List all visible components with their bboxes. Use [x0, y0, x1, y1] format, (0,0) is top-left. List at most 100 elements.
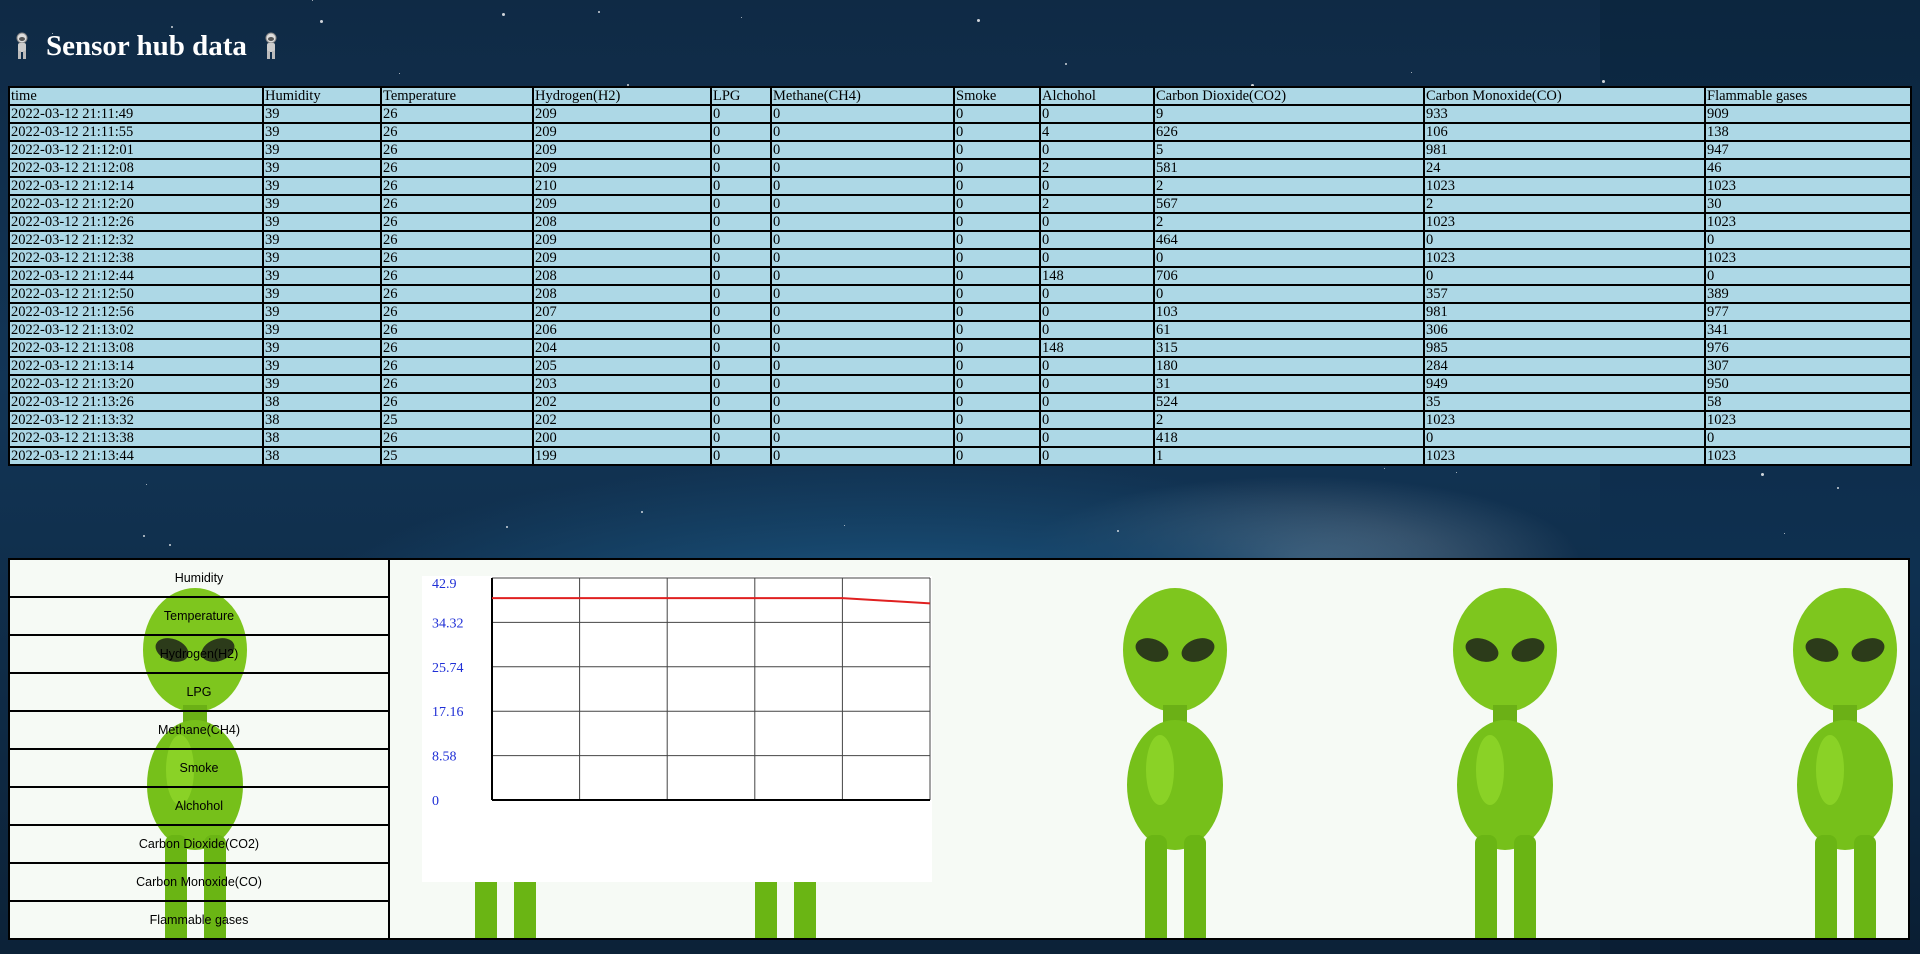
sensor-button[interactable]: Humidity — [10, 560, 390, 598]
table-cell: 39 — [262, 356, 382, 376]
star — [641, 511, 643, 513]
star — [1411, 72, 1412, 73]
table-row: 2022-03-12 21:12:44 39 26 208 0 0 0 148 706 0 0 — [8, 266, 1912, 286]
table-cell: 39 — [262, 248, 382, 268]
table-cell: 0 — [1039, 140, 1155, 160]
sensor-button[interactable]: Flammable gases — [10, 902, 390, 938]
table-cell: 0 — [770, 194, 955, 214]
table-cell: 2022-03-12 21:11:55 — [8, 122, 264, 142]
table-cell: 106 — [1423, 122, 1706, 142]
table-cell: 26 — [380, 266, 534, 286]
table-cell: 0 — [953, 284, 1041, 304]
sensor-button[interactable]: Carbon Dioxide(CO2) — [10, 826, 390, 864]
astronaut-icon — [261, 31, 281, 61]
table-cell: 26 — [380, 194, 534, 214]
table-cell: 1023 — [1423, 212, 1706, 232]
table-cell: 0 — [953, 158, 1041, 178]
sensor-button[interactable]: Smoke — [10, 750, 390, 788]
table-cell: 148 — [1039, 338, 1155, 358]
table-cell: 0 — [953, 356, 1041, 376]
table-cell: 626 — [1153, 122, 1425, 142]
table-cell: 315 — [1153, 338, 1425, 358]
sensor-data-table: time Humidity Temperature Hydrogen(H2) LPG Me… — [8, 86, 1912, 466]
table-cell: 207 — [532, 302, 712, 322]
alien-image — [1123, 588, 1227, 938]
table-cell: 39 — [262, 230, 382, 250]
table-cell: 26 — [380, 176, 534, 196]
y-tick-label: 8.58 — [432, 750, 457, 765]
column-header: Alchohol — [1039, 86, 1155, 106]
table-cell: 26 — [380, 338, 534, 358]
table-cell: 2 — [1153, 410, 1425, 430]
table-cell: 39 — [262, 194, 382, 214]
table-cell: 0 — [710, 248, 772, 268]
table-cell: 25 — [380, 446, 534, 466]
sensor-button[interactable]: Methane(CH4) — [10, 712, 390, 750]
table-cell: 26 — [380, 158, 534, 178]
star — [1384, 468, 1385, 469]
table-cell: 0 — [710, 266, 772, 286]
sensor-button[interactable]: Alchohol — [10, 788, 390, 826]
table-cell: 0 — [1039, 446, 1155, 466]
sensor-button[interactable]: Carbon Monoxide(CO) — [10, 864, 390, 902]
table-cell: 38 — [262, 446, 382, 466]
table-cell: 200 — [532, 428, 712, 448]
table-cell: 0 — [1039, 428, 1155, 448]
table-cell: 0 — [1153, 284, 1425, 304]
table-cell: 1023 — [1704, 212, 1912, 232]
column-header: Carbon Dioxide(CO2) — [1153, 86, 1425, 106]
table-cell: 1023 — [1704, 446, 1912, 466]
table-cell: 976 — [1704, 338, 1912, 358]
column-header: Humidity — [262, 86, 382, 106]
table-cell: 1023 — [1423, 248, 1706, 268]
table-cell: 0 — [1423, 428, 1706, 448]
table-cell: 203 — [532, 374, 712, 394]
alien-image — [1453, 588, 1557, 938]
table-cell: 0 — [770, 104, 955, 124]
table-cell: 38 — [262, 428, 382, 448]
table-cell: 0 — [953, 428, 1041, 448]
table-cell: 0 — [1039, 284, 1155, 304]
table-cell: 0 — [953, 230, 1041, 250]
sensor-button[interactable]: Temperature — [10, 598, 390, 636]
table-row: 2022-03-12 21:13:02 39 26 206 0 0 0 0 61 306 341 — [8, 320, 1912, 340]
table-cell: 26 — [380, 302, 534, 322]
table-row: 2022-03-12 21:11:49 39 26 209 0 0 0 0 9 933 909 — [8, 104, 1912, 124]
table-row: 2022-03-12 21:13:20 39 26 203 0 0 0 0 31 949 950 — [8, 374, 1912, 394]
y-tick-label: 34.32 — [432, 616, 464, 631]
table-cell: 2022-03-12 21:13:14 — [8, 356, 264, 376]
table-cell: 2 — [1153, 176, 1425, 196]
table-cell: 389 — [1704, 284, 1912, 304]
page-title: Sensor hub data — [46, 29, 247, 62]
table-cell: 2022-03-12 21:11:49 — [8, 104, 264, 124]
sensor-button[interactable]: Hydrogen(H2) — [10, 636, 390, 674]
table-cell: 0 — [953, 140, 1041, 160]
table-cell: 0 — [1039, 248, 1155, 268]
column-header: time — [8, 86, 264, 106]
sensor-button[interactable]: LPG — [10, 674, 390, 712]
column-header: Carbon Monoxide(CO) — [1423, 86, 1706, 106]
line-chart: 42.9 34.32 25.74 17.16 8.58 0 — [422, 576, 932, 882]
table-cell: 39 — [262, 122, 382, 142]
table-cell: 25 — [380, 410, 534, 430]
table-cell: 418 — [1153, 428, 1425, 448]
table-cell: 1 — [1153, 446, 1425, 466]
table-cell: 1023 — [1704, 410, 1912, 430]
table-cell: 464 — [1153, 230, 1425, 250]
table-row: 2022-03-12 21:12:01 39 26 209 0 0 0 0 5 981 947 — [8, 140, 1912, 160]
table-cell: 30 — [1704, 194, 1912, 214]
table-cell: 39 — [262, 302, 382, 322]
star — [1837, 487, 1839, 489]
table-cell: 2022-03-12 21:12:38 — [8, 248, 264, 268]
table-row: 2022-03-12 21:12:20 39 26 209 0 0 0 2 567 2 30 — [8, 194, 1912, 214]
table-cell: 26 — [380, 212, 534, 232]
alien-image — [1793, 588, 1897, 938]
table-row: 2022-03-12 21:12:38 39 26 209 0 0 0 0 0 1023 1023 — [8, 248, 1912, 268]
table-cell: 4 — [1039, 122, 1155, 142]
column-header: Methane(CH4) — [770, 86, 955, 106]
astronaut-icon — [12, 31, 32, 61]
table-row: 2022-03-12 21:12:50 39 26 208 0 0 0 0 0 357 389 — [8, 284, 1912, 304]
table-row: 2022-03-12 21:12:14 39 26 210 0 0 0 0 2 1023 1023 — [8, 176, 1912, 196]
page-header: Sensor hub data — [12, 24, 281, 68]
sensor-selector-list: Humidity Temperature Hydrogen(H2) LPG Methan… — [10, 560, 390, 938]
